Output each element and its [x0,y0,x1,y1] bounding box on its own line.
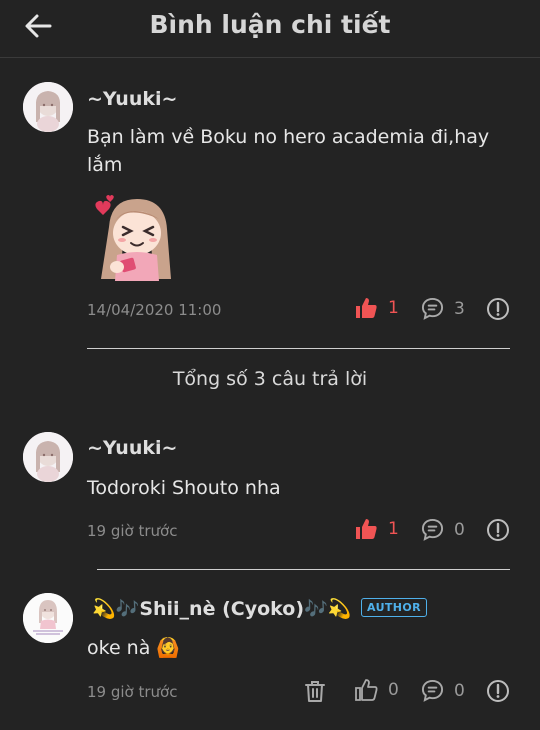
thumbs-up-filled-icon [356,298,377,318]
username[interactable]: ~Yuuki~ [87,88,177,110]
thumbs-up-outline-icon [355,679,378,701]
comment-count: 0 [454,519,465,540]
anime-girl-sticker [87,193,175,281]
header-bar: Bình luận chi tiết [0,0,540,58]
timestamp: 14/04/2020 11:00 [87,301,222,319]
avatar-illustration [23,82,73,132]
comment-bubble-icon [421,518,444,541]
avatar[interactable] [23,82,73,132]
like-count: 1 [388,298,399,318]
comment-count: 0 [454,680,465,701]
report-button[interactable] [486,297,510,321]
comment-text: Todoroki Shouto nha [87,477,281,499]
comment-button[interactable]: 0 [421,518,465,541]
username[interactable]: ~Yuuki~ [87,437,177,459]
avatar-illustration [23,432,73,482]
like-button[interactable]: 1 [354,296,399,320]
delete-button[interactable] [303,679,327,703]
exclamation-circle-icon [487,298,509,320]
comment-bubble-icon [421,679,444,702]
timestamp: 19 giờ trước [87,522,178,540]
page-title: Bình luận chi tiết [149,10,391,39]
timestamp: 19 giờ trước [87,683,178,701]
exclamation-circle-icon [487,680,509,702]
reply-count: 3 [454,298,465,319]
avatar[interactable] [23,432,73,482]
comment-bubble-icon [421,297,444,320]
avatar[interactable] [23,593,73,643]
report-button[interactable] [486,679,510,703]
username[interactable]: 💫🎶Shii_nè (Cyoko)🎶💫 [92,597,351,620]
report-button[interactable] [486,518,510,542]
like-count: 0 [388,680,399,700]
avatar-illustration [23,593,73,643]
like-count: 1 [388,519,399,539]
reply-total-label: Tổng số 3 câu trả lời [172,368,368,390]
author-badge: AUTHOR [361,598,428,617]
divider [87,348,510,349]
like-button[interactable]: 1 [354,517,399,541]
trash-icon [305,681,325,702]
comment-button[interactable]: 0 [421,679,465,702]
thumbs-up-filled-icon [356,519,377,539]
exclamation-circle-icon [487,519,509,541]
like-button[interactable]: 0 [354,678,399,702]
reply-button[interactable]: 3 [421,297,465,320]
comment-text: Bạn làm về Boku no hero academia đi,hay … [87,126,490,176]
comment-text: oke nà 🙆 [87,637,181,659]
divider [97,569,510,570]
